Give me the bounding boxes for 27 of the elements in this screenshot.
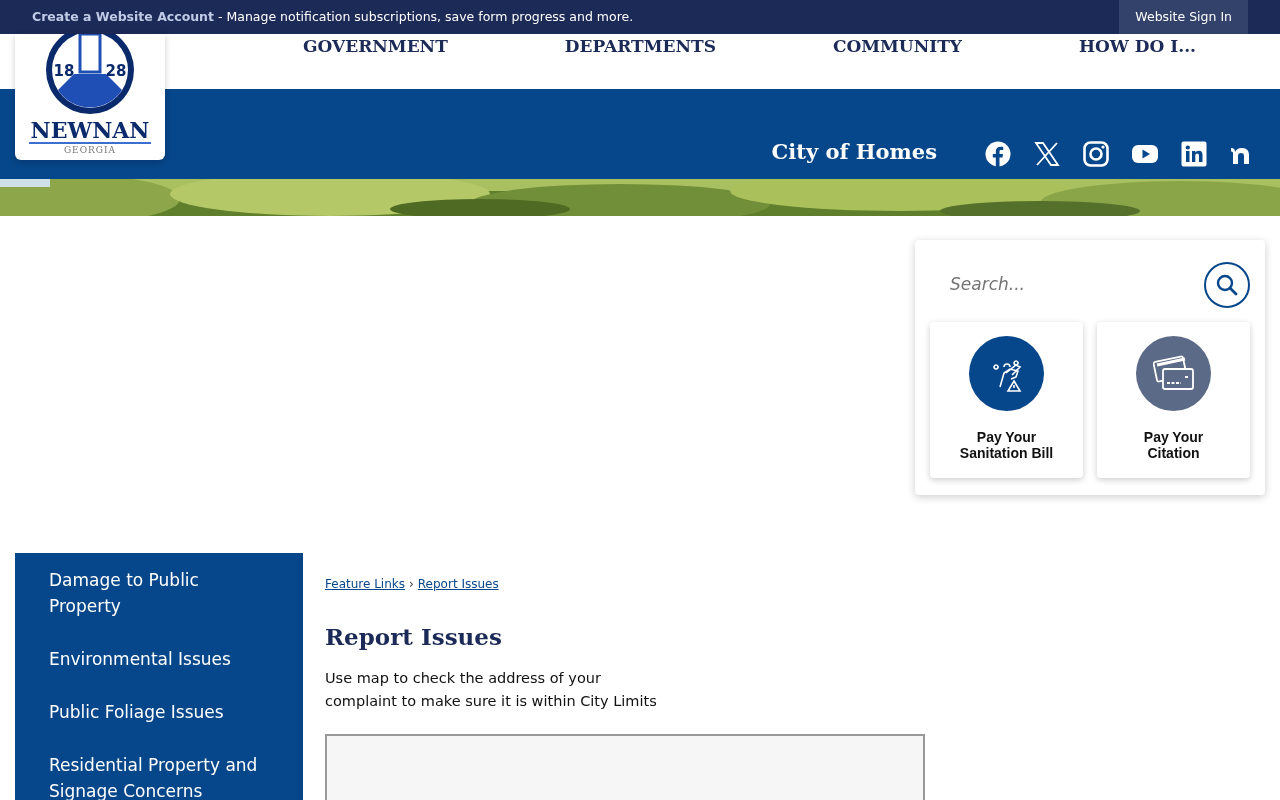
page-title: Report Issues	[325, 623, 503, 651]
search-button[interactable]	[1204, 262, 1250, 308]
nav-link[interactable]: GOVERNMENT	[303, 34, 448, 60]
intro-text: Use map to check the address of your complaint to make sure it is within City Limits	[325, 668, 658, 711]
nav-link[interactable]: HOW DO I...	[1078, 34, 1196, 60]
instagram-icon[interactable]	[1083, 141, 1109, 167]
account-description: - Manage notification subscriptions, save form progress and more.	[216, 8, 634, 24]
nav-link[interactable]: DEPARTMENTS	[564, 34, 716, 60]
facebook-icon[interactable]	[985, 141, 1011, 167]
quick-link-card[interactable]: Pay Your Sanitation Bill	[930, 322, 1083, 478]
quick-link-card[interactable]: Pay Your Citation	[1097, 322, 1250, 478]
sidebar-link[interactable]: Public Foliage Issues	[49, 699, 273, 725]
create-account-link[interactable]: Create a Website Account	[32, 8, 214, 24]
breadcrumb-link[interactable]: Feature Links	[325, 577, 405, 591]
linkedin-icon[interactable]	[1181, 141, 1207, 167]
sidebar-link[interactable]: Residential Property and Signage Concerns	[49, 752, 273, 800]
sidebar-link[interactable]: Environmental Issues	[49, 646, 273, 672]
breadcrumb-link[interactable]: Report Issues	[417, 577, 499, 591]
logo[interactable]: 18 28 NEWNAN GEORGIA	[15, 34, 165, 160]
tagline: City of Homes	[771, 137, 937, 166]
search-icon	[1216, 274, 1238, 296]
sign-in-button[interactable]: Website Sign In	[1119, 0, 1248, 34]
sidebar-link[interactable]: Damage to Public Property	[49, 567, 273, 619]
nav-link[interactable]: COMMUNITY	[832, 34, 962, 60]
breadcrumb-separator: ›	[409, 577, 414, 591]
x-icon[interactable]	[1034, 141, 1060, 167]
search-field[interactable]: Search...	[930, 264, 1204, 306]
